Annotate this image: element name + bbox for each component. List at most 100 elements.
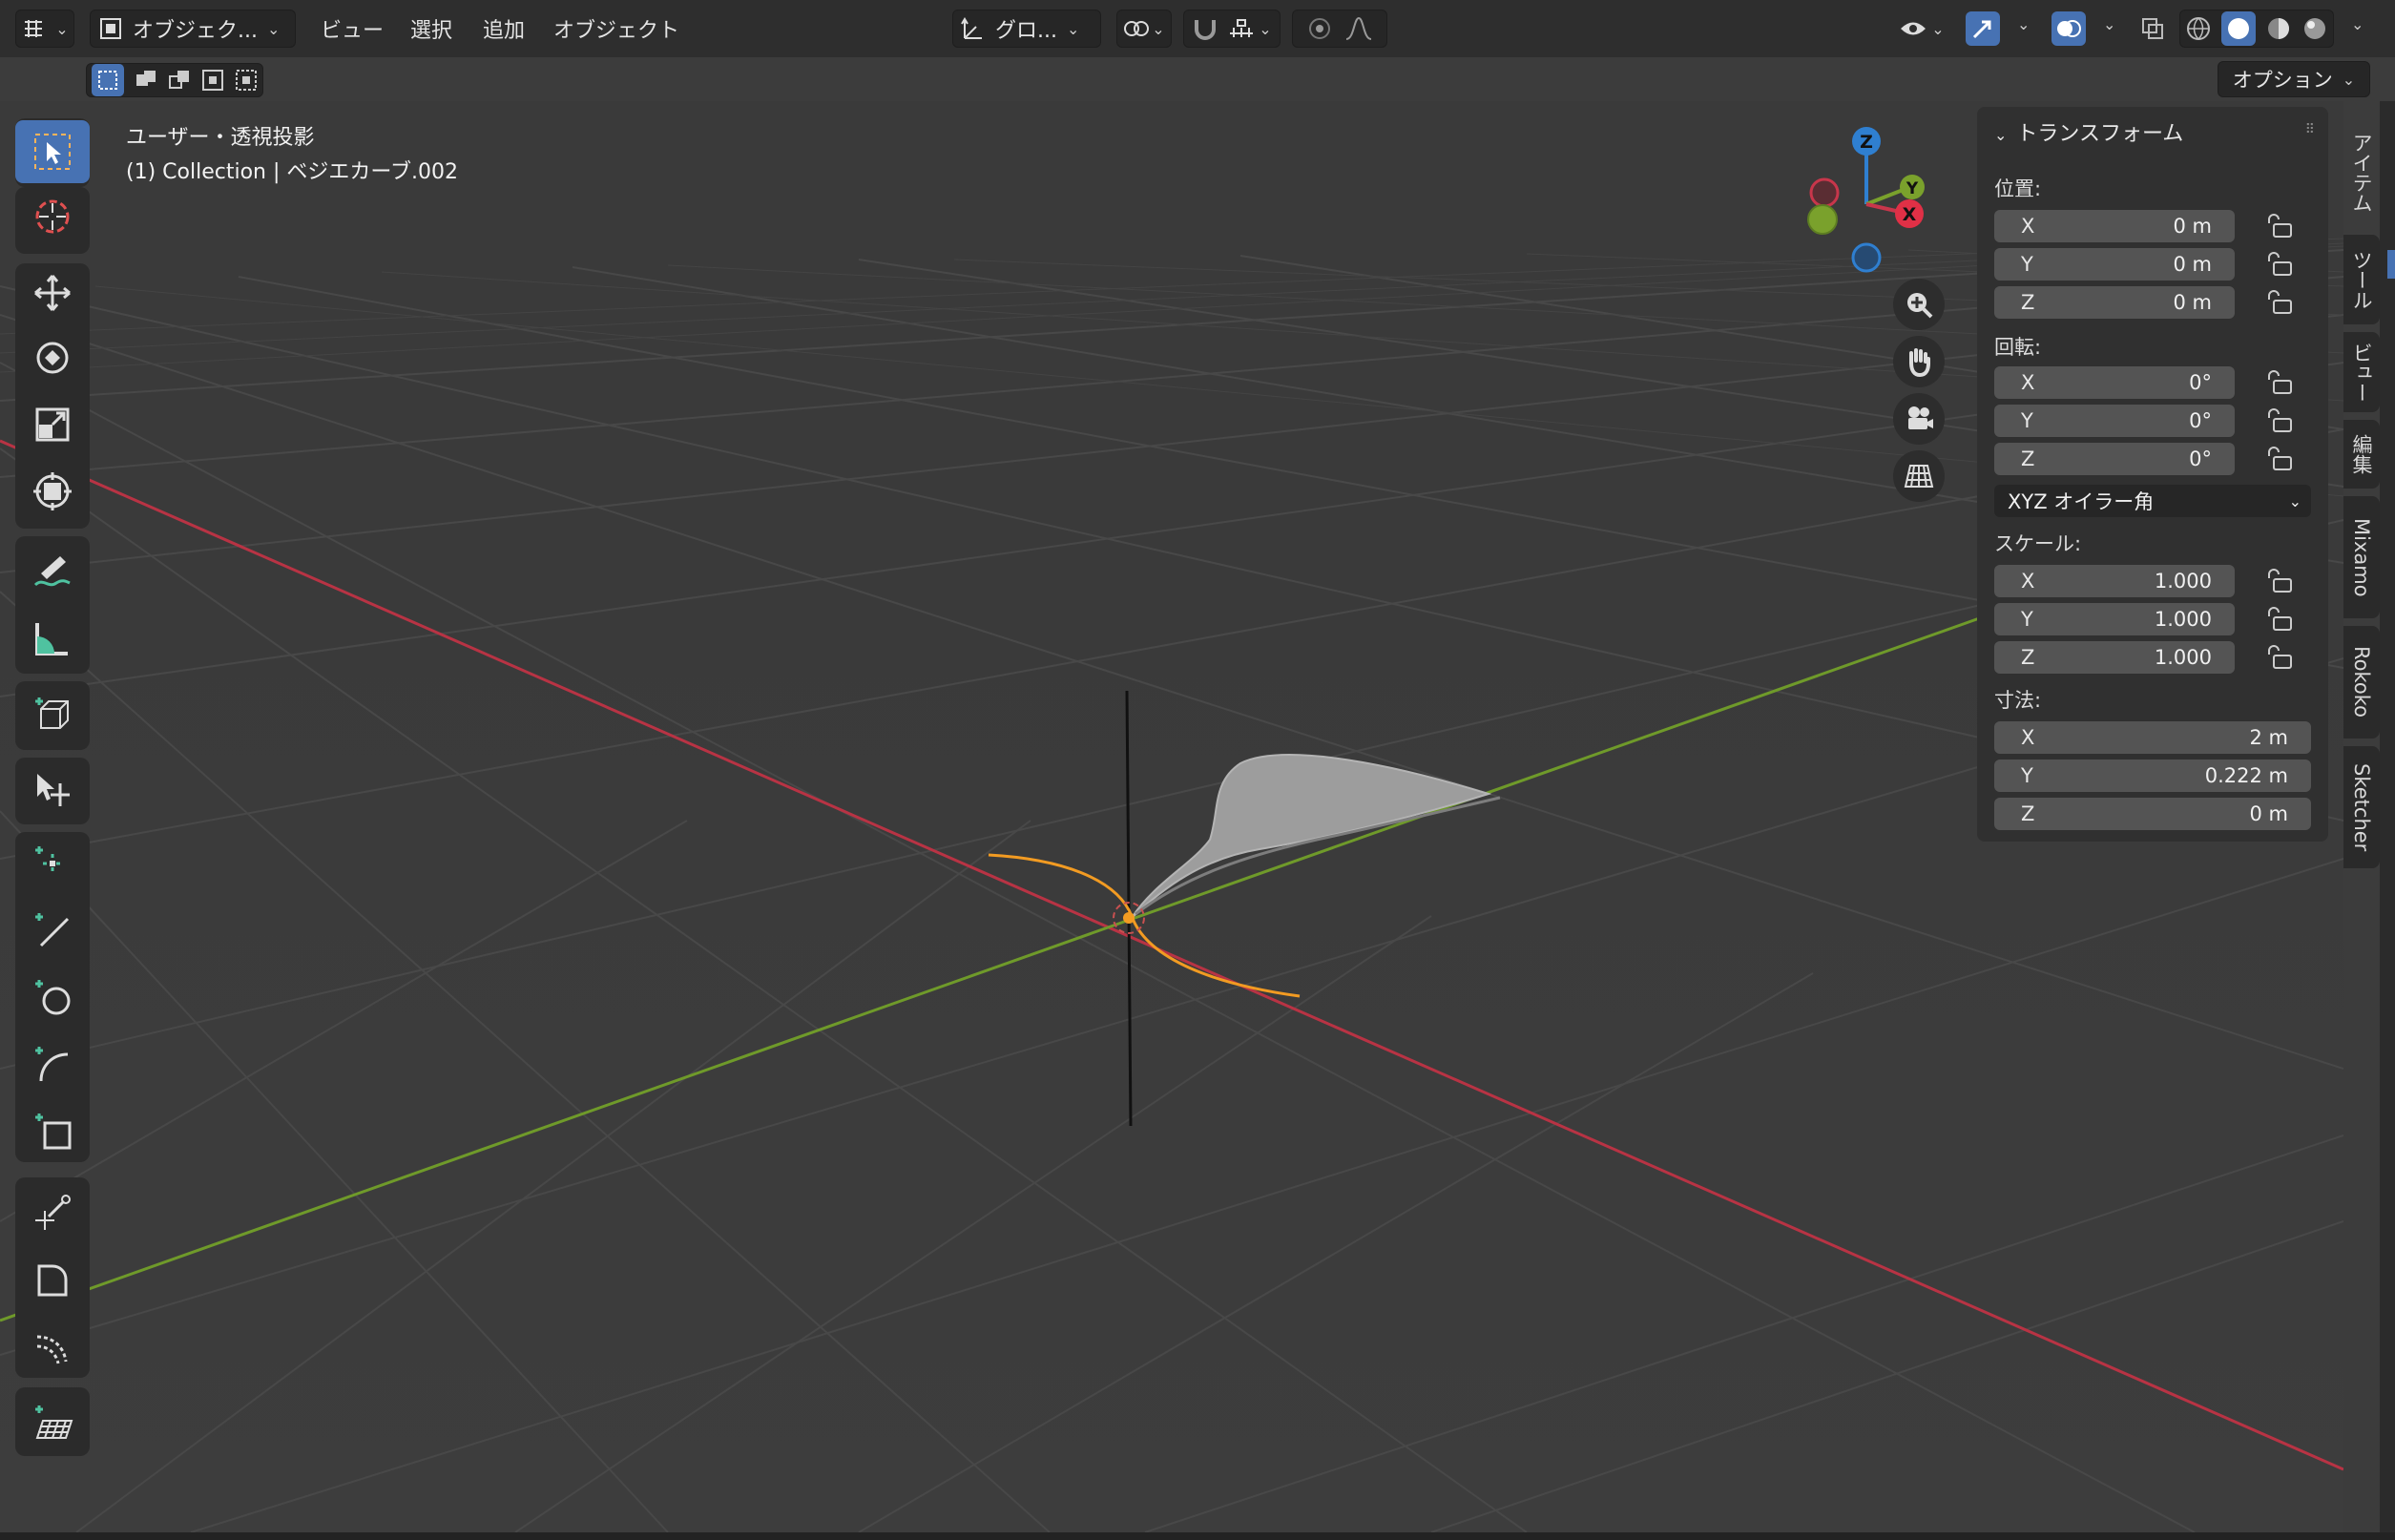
rotation-z-field[interactable]: Z 0°	[1994, 443, 2235, 475]
transform-tool[interactable]	[15, 460, 90, 523]
falloff-icon[interactable]	[1344, 16, 1373, 41]
snap-increment-icon[interactable]	[1228, 16, 1255, 41]
move-tool[interactable]	[15, 261, 90, 324]
extrude-cursor-tool[interactable]	[15, 758, 90, 821]
wireframe-shading-icon[interactable]	[2185, 15, 2212, 42]
xray-toggle[interactable]	[2135, 11, 2170, 46]
perspective-toggle-button[interactable]	[1893, 450, 1945, 502]
dimensions-y-field[interactable]: Y 0.222 m	[1994, 760, 2311, 792]
scale-z-field[interactable]: Z 1.000	[1994, 641, 2235, 674]
chevron-down-icon[interactable]: ⌄	[2103, 15, 2115, 33]
scroll-indicator[interactable]	[2387, 250, 2395, 279]
add-line-tool[interactable]	[15, 899, 90, 962]
select-extend-icon[interactable]	[135, 69, 157, 92]
field-value: 1.000	[2154, 608, 2212, 631]
lock-icon[interactable]	[2265, 252, 2294, 277]
location-y-field[interactable]: Y 0 m	[1994, 248, 2235, 281]
rendered-shading-icon[interactable]	[2301, 15, 2328, 42]
curve-pen-tool[interactable]	[15, 1181, 90, 1244]
proportional-edit-group[interactable]	[1292, 10, 1387, 48]
dimensions-x-field[interactable]: X 2 m	[1994, 721, 2311, 754]
location-z-field[interactable]: Z 0 m	[1994, 286, 2235, 319]
scale-x-field[interactable]: X 1.000	[1994, 565, 2235, 597]
menu-add[interactable]: 追加	[483, 13, 525, 44]
gizmo-toggle[interactable]	[1966, 11, 2000, 46]
chevron-down-icon[interactable]: ⌄	[2351, 15, 2364, 33]
tab-mixamo[interactable]: Mixamo	[2343, 496, 2380, 618]
magnet-icon[interactable]	[1192, 16, 1218, 41]
navigation-gizmo[interactable]: Z Y X	[1800, 120, 1933, 273]
lock-icon[interactable]	[2265, 290, 2294, 315]
select-box-tool[interactable]	[15, 120, 90, 183]
select-intersect-icon[interactable]	[235, 69, 258, 92]
overlay-toggle[interactable]	[2051, 11, 2086, 46]
tab-sketcher[interactable]: Sketcher	[2343, 746, 2380, 868]
mode-dropdown[interactable]: オブジェク... ⌄	[90, 10, 296, 48]
select-mode-group[interactable]	[86, 63, 263, 97]
add-square-tool[interactable]	[15, 1099, 90, 1162]
pivot-dropdown[interactable]: ⌄	[1116, 10, 1172, 48]
tab-tool-label: ツール	[2350, 249, 2373, 310]
material-shading-icon[interactable]	[2265, 15, 2292, 42]
axis-label: Z	[2021, 447, 2035, 470]
snap-group[interactable]: ⌄	[1183, 10, 1281, 48]
options-dropdown[interactable]: オプション ⌄	[2218, 61, 2370, 97]
menu-select[interactable]: 選択	[410, 13, 452, 44]
zoom-button[interactable]	[1893, 279, 1945, 330]
tilt-icon	[36, 1335, 68, 1364]
add-arc-tool[interactable]	[15, 1032, 90, 1095]
select-invert-icon[interactable]	[201, 69, 224, 92]
scale-y-field[interactable]: Y 1.000	[1994, 603, 2235, 635]
zoom-icon	[1907, 293, 1933, 319]
overlay-icon	[2057, 20, 2081, 37]
field-value: 0 m	[2173, 253, 2213, 276]
lock-icon[interactable]	[2265, 370, 2294, 395]
tab-edit[interactable]: 編集	[2343, 420, 2380, 489]
shading-modes[interactable]	[2179, 10, 2334, 48]
lock-icon[interactable]	[2265, 645, 2294, 670]
select-subtract-icon[interactable]	[168, 69, 191, 92]
rotation-y-field[interactable]: Y 0°	[1994, 405, 2235, 437]
tab-rokoko[interactable]: Rokoko	[2343, 626, 2380, 739]
add-cube-tool[interactable]	[15, 683, 90, 746]
tab-view[interactable]: ビュー	[2343, 332, 2380, 412]
eye-icon	[1901, 22, 1926, 35]
scale-icon	[35, 407, 70, 442]
tilt-tool[interactable]	[15, 1315, 90, 1378]
select-new-button[interactable]	[92, 64, 125, 96]
transform-orientation-dropdown[interactable]: グロ... ⌄	[952, 10, 1101, 48]
transform-panel-header[interactable]: ⌄ トランスフォーム	[1994, 116, 2183, 147]
dimensions-z-field[interactable]: Z 0 m	[1994, 798, 2311, 830]
drag-handle-icon[interactable]: ⠿	[2305, 122, 2315, 137]
menu-object[interactable]: オブジェクト	[553, 13, 679, 44]
lock-icon[interactable]	[2265, 569, 2294, 593]
pan-button[interactable]	[1893, 336, 1945, 387]
chevron-down-icon[interactable]: ⌄	[2017, 15, 2030, 33]
annotate-tool[interactable]	[15, 540, 90, 603]
axis-label: X	[2021, 371, 2035, 394]
measure-tool[interactable]	[15, 607, 90, 670]
add-point-tool[interactable]	[15, 832, 90, 895]
lock-icon[interactable]	[2265, 408, 2294, 433]
cursor-tool[interactable]	[15, 185, 90, 248]
solid-shading-button[interactable]	[2221, 11, 2256, 46]
location-x-field[interactable]: X 0 m	[1994, 210, 2235, 242]
scale-tool[interactable]	[15, 393, 90, 456]
tab-tool[interactable]: ツール	[2343, 235, 2380, 324]
lock-icon[interactable]	[2265, 214, 2294, 239]
proportional-edit-icon[interactable]	[1306, 15, 1333, 42]
rotation-x-field[interactable]: X 0°	[1994, 366, 2235, 399]
add-grid-tool[interactable]	[15, 1391, 90, 1454]
visibility-dropdown[interactable]: ⌄	[1893, 10, 1950, 48]
curve-draw-tool[interactable]	[15, 1248, 90, 1311]
rotation-mode-dropdown[interactable]: XYZ オイラー角 ⌄	[1994, 485, 2311, 517]
lock-icon[interactable]	[2265, 447, 2294, 471]
rotate-tool[interactable]	[15, 326, 90, 389]
camera-view-button[interactable]	[1893, 393, 1945, 445]
add-circle-tool[interactable]	[15, 966, 90, 1029]
lock-icon[interactable]	[2265, 607, 2294, 632]
tab-item[interactable]: アイテム	[2343, 118, 2380, 227]
menu-view[interactable]: ビュー	[321, 13, 384, 44]
editor-type-dropdown[interactable]: ⌄	[15, 10, 74, 48]
add-circle-icon	[35, 980, 71, 1015]
